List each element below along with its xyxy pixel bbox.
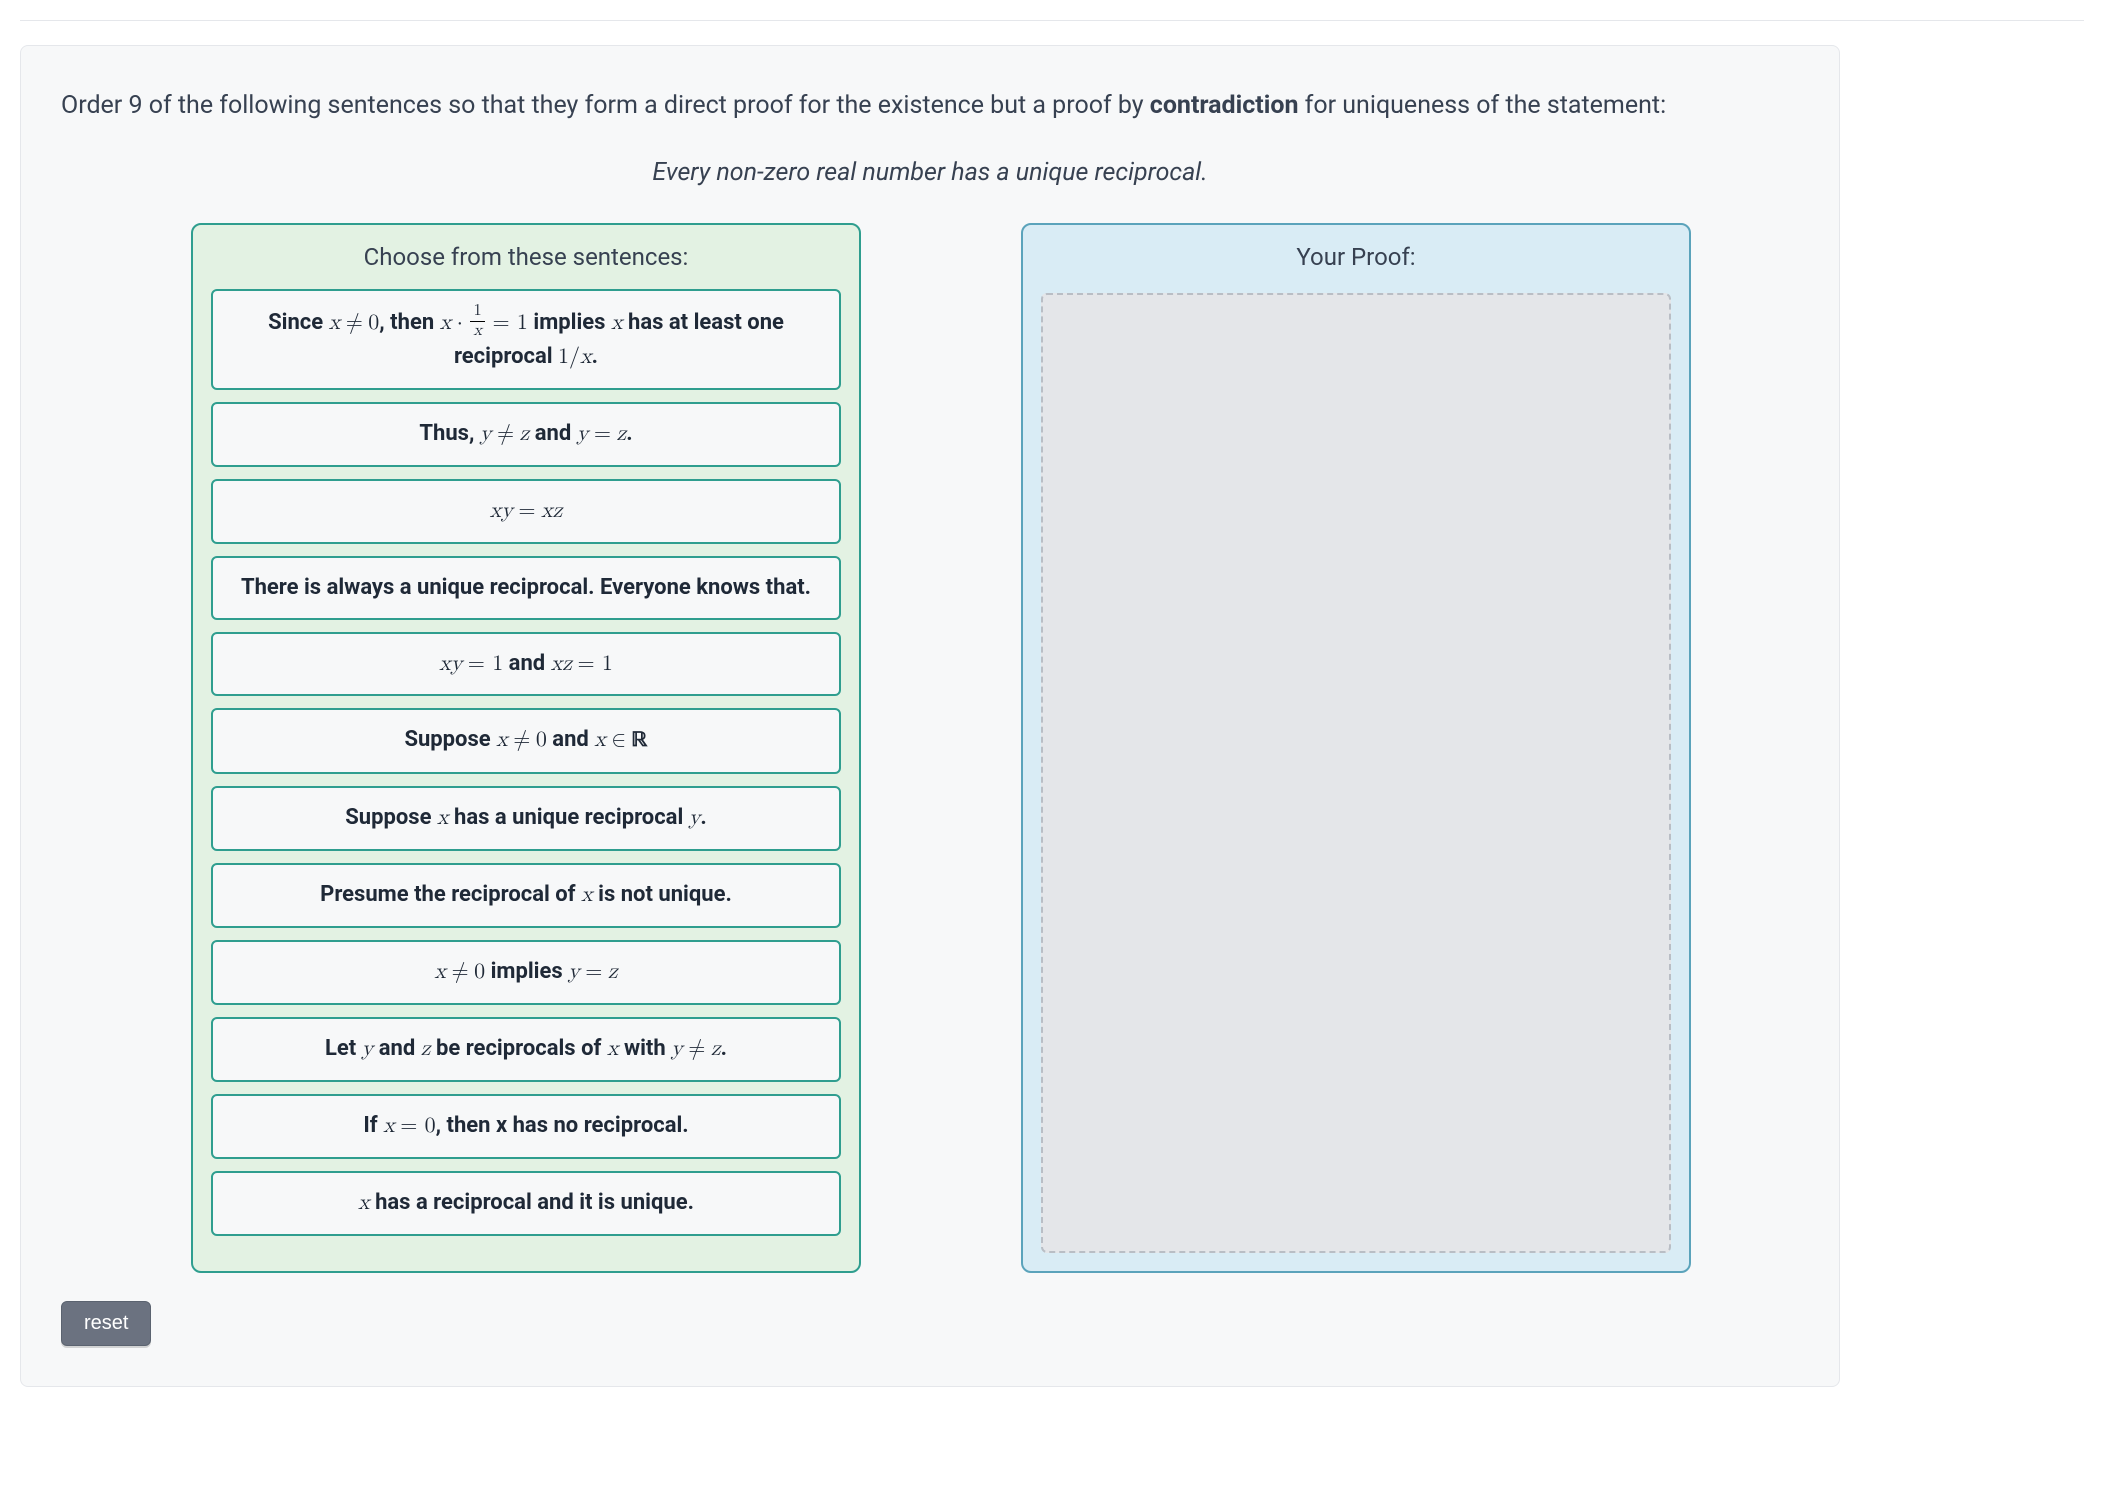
- sentence-text: x ≠ 0 implies y = z: [434, 959, 617, 984]
- sentence-text: Since x ≠ 0, then x · 1x = 1 implies x h…: [268, 310, 784, 369]
- proof-dropzone[interactable]: [1041, 293, 1671, 1253]
- sentence-item[interactable]: Presume the reciprocal of x is not uniqu…: [211, 863, 841, 928]
- statement-text: Every non-zero real number has a unique …: [380, 158, 1480, 187]
- sentence-text: Suppose x ≠ 0 and x ∈ ℝ: [404, 727, 647, 752]
- sentence-item[interactable]: x has a reciprocal and it is unique.: [211, 1171, 841, 1236]
- instructions-bold: contradiction: [1150, 91, 1299, 120]
- sentence-item[interactable]: Since x ≠ 0, then x · 1x = 1 implies x h…: [211, 289, 841, 390]
- top-divider: [20, 20, 2084, 21]
- target-panel: Your Proof:: [1021, 223, 1691, 1273]
- sentence-text: xy = 1 and xz = 1: [439, 651, 613, 676]
- sentence-text: Let y and z be reciprocals of x with y ≠…: [325, 1036, 727, 1061]
- sentence-item[interactable]: xy = 1 and xz = 1: [211, 632, 841, 697]
- instructions-part2: for uniqueness of the statement:: [1305, 91, 1667, 120]
- sentence-item[interactable]: If x = 0, then x has no reciprocal.: [211, 1094, 841, 1159]
- sentence-text: There is always a unique reciprocal. Eve…: [241, 575, 811, 600]
- sentence-item[interactable]: Thus, y ≠ z and y = z.: [211, 402, 841, 467]
- reset-wrap: reset: [61, 1301, 1799, 1346]
- sentence-text: Suppose x has a unique reciprocal y.: [345, 805, 707, 830]
- sentence-list: Since x ≠ 0, then x · 1x = 1 implies x h…: [211, 289, 841, 1236]
- instructions-part1: Order 9 of the following sentences so th…: [61, 91, 1150, 120]
- columns-wrap: Choose from these sentences: Since x ≠ 0…: [61, 223, 1799, 1273]
- sentence-item[interactable]: Suppose x has a unique reciprocal y.: [211, 786, 841, 851]
- reset-button[interactable]: reset: [61, 1301, 151, 1346]
- source-panel-title: Choose from these sentences:: [211, 243, 841, 271]
- instructions-text: Order 9 of the following sentences so th…: [61, 86, 1799, 126]
- sentence-item[interactable]: xy = xz: [211, 479, 841, 544]
- sentence-text: x has a reciprocal and it is unique.: [358, 1190, 694, 1215]
- exercise-card: Order 9 of the following sentences so th…: [20, 45, 1840, 1387]
- sentence-text: Presume the reciprocal of x is not uniqu…: [320, 882, 732, 907]
- target-panel-title: Your Proof:: [1041, 243, 1671, 271]
- sentence-text: If x = 0, then x has no reciprocal.: [363, 1113, 688, 1138]
- sentence-item[interactable]: x ≠ 0 implies y = z: [211, 940, 841, 1005]
- sentence-item[interactable]: Suppose x ≠ 0 and x ∈ ℝ: [211, 708, 841, 774]
- sentence-item[interactable]: Let y and z be reciprocals of x with y ≠…: [211, 1017, 841, 1082]
- sentence-text: xy = xz: [490, 498, 563, 523]
- source-panel: Choose from these sentences: Since x ≠ 0…: [191, 223, 861, 1273]
- sentence-item[interactable]: There is always a unique reciprocal. Eve…: [211, 556, 841, 620]
- sentence-text: Thus, y ≠ z and y = z.: [419, 421, 632, 446]
